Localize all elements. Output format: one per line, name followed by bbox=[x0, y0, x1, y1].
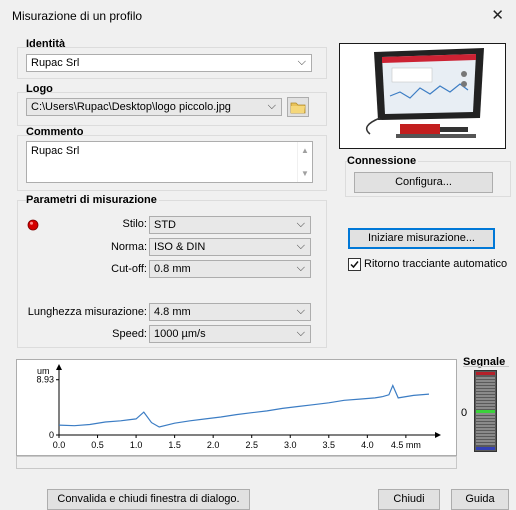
commento-scrollbar[interactable]: ▲ ▼ bbox=[297, 142, 312, 182]
signal-meter bbox=[474, 370, 497, 452]
x-tick-label: 3.5 bbox=[323, 440, 336, 450]
speed-value: 1000 µm/s bbox=[154, 328, 206, 340]
commento-label: Commento bbox=[26, 126, 84, 138]
chevron-down-icon: ⌵ bbox=[296, 218, 305, 230]
x-tick-label: 2.0 bbox=[207, 440, 220, 450]
x-tick-label: 0.0 bbox=[53, 440, 66, 450]
norma-value: ISO & DIN bbox=[154, 241, 206, 253]
chevron-down-icon: ⌵ bbox=[267, 100, 276, 112]
x-tick-label: 0.5 bbox=[91, 440, 104, 450]
commento-value: Rupac Srl bbox=[31, 145, 80, 157]
status-dot bbox=[27, 219, 39, 231]
norma-label: Norma: bbox=[110, 241, 147, 253]
identita-label: Identità bbox=[26, 38, 66, 50]
x-tick-label: 4.0 bbox=[361, 440, 374, 450]
device-image bbox=[339, 43, 506, 149]
connessione-label: Connessione bbox=[347, 155, 419, 167]
identita-value: Rupac Srl bbox=[31, 57, 80, 69]
y-tick-label: 8.93 bbox=[36, 375, 54, 385]
stilo-value: STD bbox=[154, 219, 176, 231]
profile-series-line bbox=[58, 383, 430, 428]
stilo-label: Stilo: bbox=[122, 218, 147, 230]
lunghezza-label: Lunghezza misurazione: bbox=[27, 306, 147, 318]
help-button[interactable]: Guida bbox=[451, 489, 509, 510]
configure-button[interactable]: Configura... bbox=[354, 172, 493, 193]
status-indicator-icon bbox=[27, 219, 39, 234]
signal-meter-max bbox=[476, 372, 495, 375]
tablet-device-icon bbox=[365, 48, 484, 138]
profile-chart: um 8.93 0 0.0 0.5 1.0 1.5 2.0 2.5 3.0 3.5 4.0 4.5 mm bbox=[16, 359, 457, 456]
speed-select[interactable]: 1000 µm/s ⌵ bbox=[149, 325, 311, 343]
signal-meter-min bbox=[476, 447, 495, 450]
stilo-select[interactable]: STD ⌵ bbox=[149, 216, 311, 234]
commento-field[interactable]: Rupac Srl ▲ ▼ bbox=[26, 141, 313, 183]
chevron-down-icon: ⌵ bbox=[296, 240, 305, 252]
norma-select[interactable]: ISO & DIN ⌵ bbox=[149, 238, 311, 256]
x-tick-label: 3.0 bbox=[284, 440, 297, 450]
segnale-zero-label: 0 bbox=[461, 407, 468, 419]
y-tick-label: 0 bbox=[49, 430, 54, 440]
auto-return-checkbox[interactable] bbox=[348, 258, 361, 271]
folder-icon[interactable] bbox=[287, 97, 309, 117]
logo-label: Logo bbox=[26, 83, 53, 95]
segnale-divider bbox=[463, 366, 509, 367]
x-tick-label: 1.0 bbox=[130, 440, 143, 450]
cutoff-value: 0.8 mm bbox=[154, 263, 191, 275]
start-measurement-button[interactable]: Iniziare misurazione... bbox=[348, 228, 495, 249]
close-button[interactable]: Chiudi bbox=[378, 489, 440, 510]
signal-level-marker bbox=[476, 410, 495, 413]
scroll-down-icon[interactable]: ▼ bbox=[301, 169, 309, 178]
cutoff-select[interactable]: 0.8 mm ⌵ bbox=[149, 260, 311, 278]
chart-horizontal-scrollbar[interactable] bbox=[16, 456, 457, 469]
auto-return-label: Ritorno tracciante automatico bbox=[364, 258, 508, 270]
profile-chart-svg: um8.9300.0 0.5 1.0 1.5 2.0 2.5 3.0 3.5 4.0 4.5 mm bbox=[36, 364, 441, 450]
chevron-down-icon: ⌵ bbox=[296, 262, 305, 274]
scroll-up-icon[interactable]: ▲ bbox=[301, 146, 309, 155]
chevron-down-icon: ⌵ bbox=[297, 56, 306, 68]
folder-graphic bbox=[290, 102, 306, 114]
checkmark-icon bbox=[350, 261, 359, 269]
x-tick-label: 4.5 mm bbox=[391, 440, 421, 450]
cutoff-label: Cut-off: bbox=[111, 263, 147, 275]
x-tick-label: 2.5 bbox=[245, 440, 258, 450]
window-title: Misurazione di un profilo bbox=[12, 9, 143, 23]
close-icon[interactable]: ✕ bbox=[491, 6, 504, 24]
validate-close-button[interactable]: Convalida e chiudi finestra di dialogo. bbox=[47, 489, 250, 510]
y-axis-arrow bbox=[56, 364, 62, 370]
parametri-label: Parametri di misurazione bbox=[26, 194, 159, 206]
lunghezza-select[interactable]: 4.8 mm ⌵ bbox=[149, 303, 311, 321]
x-axis-arrow bbox=[435, 432, 441, 438]
logo-path-select[interactable]: C:\Users\Rupac\Desktop\logo piccolo.jpg … bbox=[26, 98, 282, 116]
identita-select[interactable]: Rupac Srl ⌵ bbox=[26, 54, 312, 72]
lunghezza-value: 4.8 mm bbox=[154, 306, 191, 318]
logo-path-value: C:\Users\Rupac\Desktop\logo piccolo.jpg bbox=[31, 101, 231, 113]
chevron-down-icon: ⌵ bbox=[296, 327, 305, 339]
speed-label: Speed: bbox=[112, 328, 147, 340]
chevron-down-icon: ⌵ bbox=[296, 305, 305, 317]
x-tick-label: 1.5 bbox=[168, 440, 181, 450]
